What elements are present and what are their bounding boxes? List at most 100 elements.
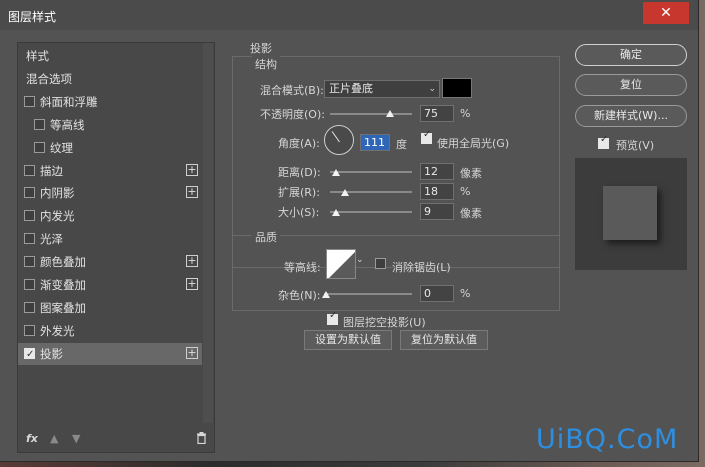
arrow-down-icon[interactable]: ▼ bbox=[72, 432, 80, 445]
styles-list-label: 图案叠加 bbox=[40, 300, 86, 315]
opacity-slider[interactable] bbox=[330, 113, 412, 115]
size-slider-thumb[interactable] bbox=[332, 209, 340, 216]
make-default-button[interactable]: 设置为默认值 bbox=[304, 330, 392, 350]
distance-slider[interactable] bbox=[330, 171, 412, 173]
opacity-slider-thumb[interactable] bbox=[386, 110, 394, 117]
new-style-button[interactable]: 新建样式(W)... bbox=[575, 105, 687, 127]
title-bar: 图层样式 ✕ bbox=[0, 0, 698, 30]
ok-button[interactable]: 确定 bbox=[575, 44, 687, 66]
fx-icon[interactable]: fx bbox=[26, 432, 38, 445]
angle-dial[interactable] bbox=[324, 125, 354, 155]
structure-legend: 结构 bbox=[252, 56, 280, 72]
preview-label: 预览(V) bbox=[616, 139, 655, 152]
styles-list-checkbox[interactable] bbox=[24, 279, 35, 290]
distance-input[interactable]: 12 bbox=[420, 163, 454, 180]
add-effect-icon[interactable]: + bbox=[186, 186, 198, 199]
add-effect-icon[interactable]: + bbox=[186, 163, 198, 176]
angle-label: 角度(A): bbox=[278, 137, 320, 150]
size-slider[interactable] bbox=[330, 211, 412, 213]
contour-label: 等高线: bbox=[284, 261, 321, 274]
distance-slider-thumb[interactable] bbox=[332, 169, 340, 176]
styles-list-checkbox[interactable] bbox=[34, 118, 45, 130]
blend-mode-label: 混合模式(B): bbox=[260, 84, 324, 97]
arrow-up-icon[interactable]: ▲ bbox=[50, 432, 58, 445]
styles-list-label: 投影 bbox=[40, 346, 63, 361]
contour-preview[interactable] bbox=[326, 249, 356, 279]
styles-list-label: 渐变叠加 bbox=[40, 278, 86, 292]
noise-slider[interactable] bbox=[324, 293, 412, 295]
preview-checkbox[interactable] bbox=[598, 134, 609, 149]
angle-unit: 度 bbox=[396, 138, 407, 151]
blend-mode-value: 正片叠底 bbox=[329, 82, 373, 95]
knockout-checkbox[interactable] bbox=[327, 310, 338, 325]
styles-list-checkbox[interactable] bbox=[24, 164, 35, 176]
spread-input[interactable]: 18 bbox=[420, 183, 454, 200]
distance-label: 距离(D): bbox=[278, 166, 321, 179]
styles-list-item[interactable]: 颜色叠加 + bbox=[18, 251, 202, 273]
styles-list-item[interactable]: 投影 + bbox=[18, 342, 202, 366]
styles-list-checkbox[interactable] bbox=[24, 256, 35, 268]
styles-list-label: 光泽 bbox=[40, 232, 63, 247]
styles-list-checkbox[interactable] bbox=[24, 344, 35, 366]
size-input[interactable]: 9 bbox=[420, 203, 454, 220]
chevron-down-icon: ⌄ bbox=[428, 84, 436, 94]
global-light-label: 使用全局光(G) bbox=[437, 137, 510, 150]
styles-list-scrollbar[interactable] bbox=[203, 43, 213, 423]
styles-list-item[interactable]: 内阴影 + bbox=[18, 182, 202, 204]
reset-default-button[interactable]: 复位为默认值 bbox=[400, 330, 488, 350]
styles-list-item[interactable]: 外发光 bbox=[18, 320, 202, 342]
styles-list-checkbox[interactable] bbox=[24, 95, 35, 107]
styles-list-checkbox[interactable] bbox=[24, 187, 35, 199]
noise-slider-thumb[interactable] bbox=[322, 291, 330, 298]
size-unit: 像素 bbox=[460, 207, 482, 220]
styles-list-label: 斜面和浮雕 bbox=[40, 94, 98, 109]
styles-list-item[interactable]: 等高线 bbox=[18, 114, 202, 136]
drop-shadow-panel: 投影 结构 混合模式(B): 正片叠底 ⌄ 不透明度(O): 75 % 角度(A… bbox=[232, 42, 565, 451]
add-effect-icon[interactable]: + bbox=[186, 346, 198, 359]
spread-slider-thumb[interactable] bbox=[341, 189, 349, 196]
styles-list-item[interactable]: 光泽 bbox=[18, 228, 202, 250]
noise-input[interactable]: 0 bbox=[420, 285, 454, 302]
trash-icon[interactable] bbox=[196, 432, 207, 447]
styles-list-label: 颜色叠加 bbox=[40, 255, 86, 270]
angle-dial-hand bbox=[331, 131, 340, 143]
section-heading: 投影 bbox=[250, 42, 272, 55]
styles-list-label: 纹理 bbox=[50, 140, 73, 155]
styles-list-checkbox[interactable] bbox=[24, 233, 35, 245]
angle-input[interactable]: 111 bbox=[360, 134, 390, 151]
noise-unit: % bbox=[460, 287, 471, 300]
styles-list-checkbox[interactable] bbox=[24, 210, 35, 222]
styles-list-item[interactable]: 斜面和浮雕 bbox=[18, 91, 202, 113]
close-button[interactable]: ✕ bbox=[643, 2, 689, 24]
size-label: 大小(S): bbox=[278, 206, 320, 219]
global-light-checkbox[interactable] bbox=[421, 129, 432, 144]
reset-button[interactable]: 复位 bbox=[575, 74, 687, 96]
styles-list-checkbox[interactable] bbox=[34, 141, 45, 153]
styles-list-item[interactable]: 混合选项 bbox=[18, 68, 202, 90]
shadow-color-swatch[interactable] bbox=[442, 78, 472, 98]
blend-mode-select[interactable]: 正片叠底 ⌄ bbox=[324, 80, 440, 98]
styles-list-label: 描边 bbox=[40, 163, 63, 178]
styles-list-item[interactable]: 纹理 bbox=[18, 137, 202, 159]
styles-list-label: 外发光 bbox=[40, 323, 75, 338]
styles-list-checkbox[interactable] bbox=[24, 324, 35, 336]
contour-curve-icon bbox=[329, 252, 355, 278]
preview-square bbox=[603, 186, 657, 240]
styles-list-item[interactable]: 渐变叠加 + bbox=[18, 274, 202, 296]
quality-legend: 品质 bbox=[252, 229, 280, 245]
styles-list-label: 混合选项 bbox=[26, 71, 72, 86]
styles-list-item[interactable]: 样式 bbox=[18, 45, 202, 67]
styles-list-footer: fx ▲ ▼ bbox=[18, 427, 214, 452]
styles-list-item[interactable]: 内发光 bbox=[18, 205, 202, 227]
styles-list-checkbox[interactable] bbox=[24, 301, 35, 313]
styles-list-item[interactable]: 图案叠加 bbox=[18, 297, 202, 319]
opacity-unit: % bbox=[460, 107, 471, 120]
chevron-down-icon[interactable]: ⌄ bbox=[356, 255, 364, 265]
styles-list-item[interactable]: 描边 + bbox=[18, 160, 202, 182]
spread-unit: % bbox=[460, 185, 471, 198]
antialias-checkbox[interactable] bbox=[375, 258, 386, 269]
add-effect-icon[interactable]: + bbox=[186, 278, 198, 290]
styles-list-panel: 样式 混合选项 斜面和浮雕 等高线 纹理 描边 + 内阴影 + 内发光 光泽 颜色叠加 + 渐变叠加 + 图案… bbox=[17, 42, 215, 453]
add-effect-icon[interactable]: + bbox=[186, 255, 198, 268]
opacity-input[interactable]: 75 bbox=[420, 105, 454, 122]
